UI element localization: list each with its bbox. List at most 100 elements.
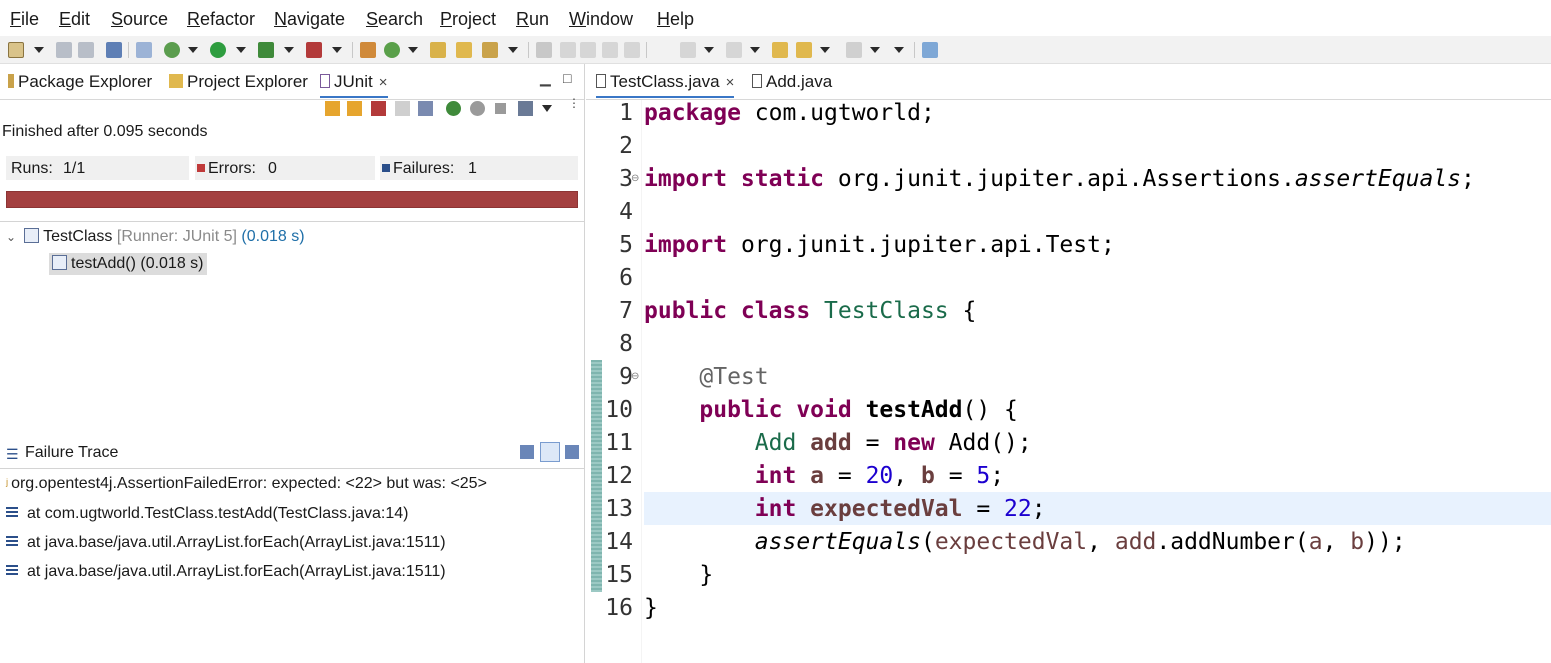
view-menu-icon[interactable]: ⋮ xyxy=(568,97,580,116)
close-icon[interactable]: × xyxy=(726,74,735,91)
tab-testclass-java[interactable]: TestClass.java × xyxy=(596,70,735,98)
copy-trace-icon[interactable] xyxy=(565,445,579,459)
word-wrap-icon[interactable] xyxy=(580,42,596,58)
menu-source[interactable]: Source xyxy=(111,9,168,30)
fold-icon[interactable]: ⊖ xyxy=(631,371,639,382)
show-skipped-icon[interactable] xyxy=(395,101,410,116)
code-line[interactable]: Add add = new Add(); xyxy=(644,430,1032,456)
close-icon[interactable]: × xyxy=(379,74,388,91)
compare-icon[interactable] xyxy=(520,445,534,459)
code-line[interactable]: import org.junit.jupiter.api.Test; xyxy=(644,232,1115,258)
left-tab-bar: Package Explorer Project Explorer JUnit ×… xyxy=(0,64,584,100)
code-line[interactable]: @Test xyxy=(644,364,768,390)
line-number: 11 xyxy=(605,430,633,456)
skip-breakpoints-icon[interactable] xyxy=(136,42,152,58)
menu-search[interactable]: Search xyxy=(366,9,423,30)
code-line[interactable]: assertEquals(expectedVal, add.addNumber(… xyxy=(644,529,1406,555)
filter-stack-icon[interactable] xyxy=(540,442,560,462)
annotation-icon[interactable] xyxy=(560,42,576,58)
chevron-down-icon[interactable] xyxy=(284,47,294,53)
chevron-down-icon[interactable] xyxy=(820,47,830,53)
new-wizard-icon[interactable] xyxy=(8,42,24,58)
tab-project-explorer[interactable]: Project Explorer xyxy=(169,70,308,98)
failures-label: Failures: xyxy=(393,160,455,177)
new-java-project-icon[interactable] xyxy=(360,42,376,58)
last-edit-icon[interactable] xyxy=(772,42,788,58)
code-line[interactable]: int expectedVal = 22; xyxy=(644,496,1046,522)
coverage-icon[interactable] xyxy=(258,42,274,58)
forward-icon[interactable] xyxy=(846,42,862,58)
code-line[interactable]: public class TestClass { xyxy=(644,298,976,324)
tree-node-test-class[interactable]: ⌄ TestClass [Runner: JUnit 5] (0.018 s) xyxy=(6,228,305,246)
toolbar-separator xyxy=(128,42,129,58)
trace-line[interactable]: at com.ugtworld.TestClass.testAdd(TestCl… xyxy=(6,505,408,523)
show-whitespace-icon[interactable] xyxy=(624,42,640,58)
runs-value: 1/1 xyxy=(63,160,86,177)
tab-add-java[interactable]: Add.java xyxy=(752,70,832,98)
back-icon[interactable] xyxy=(796,42,812,58)
chevron-down-icon[interactable] xyxy=(34,47,44,53)
save-all-icon[interactable] xyxy=(78,42,94,58)
minimize-icon[interactable]: ▁ xyxy=(540,70,551,87)
rerun-test-icon[interactable] xyxy=(446,101,461,116)
save-icon[interactable] xyxy=(56,42,72,58)
test-history-icon[interactable] xyxy=(518,101,533,116)
chevron-down-icon[interactable] xyxy=(332,47,342,53)
run-icon[interactable] xyxy=(210,42,226,58)
chevron-down-icon[interactable] xyxy=(508,47,518,53)
chevron-down-icon[interactable] xyxy=(408,47,418,53)
code-line[interactable]: int a = 20, b = 5; xyxy=(644,463,1004,489)
test-counters: Runs: 1/1 Errors: 0 Failures: 1 xyxy=(6,156,578,180)
open-type-icon[interactable] xyxy=(430,42,446,58)
terminal-icon[interactable] xyxy=(106,42,122,58)
search-icon[interactable] xyxy=(482,42,498,58)
menu-project[interactable]: Project xyxy=(440,9,496,30)
chevron-down-icon[interactable] xyxy=(188,47,198,53)
toolbar-separator xyxy=(352,42,353,58)
pin-icon[interactable] xyxy=(536,42,552,58)
next-failure-icon[interactable] xyxy=(325,101,340,116)
trace-line[interactable]: at java.base/java.util.ArrayList.forEach… xyxy=(6,534,446,552)
maximize-icon[interactable]: □ xyxy=(563,70,571,86)
editor-tab-bar: TestClass.java × Add.java xyxy=(586,64,1551,100)
rerun-failed-first-icon[interactable] xyxy=(470,101,485,116)
menu-help[interactable]: Help xyxy=(657,9,694,30)
next-annotation-icon[interactable] xyxy=(680,42,696,58)
scroll-lock-icon[interactable] xyxy=(418,101,433,116)
chevron-down-icon[interactable] xyxy=(870,47,880,53)
code-line[interactable]: } xyxy=(644,595,658,621)
chevron-down-icon[interactable] xyxy=(750,47,760,53)
stack-frame-icon xyxy=(6,565,18,575)
show-failures-only-icon[interactable] xyxy=(371,101,386,116)
chevron-down-icon[interactable] xyxy=(894,47,904,53)
menu-refactor[interactable]: Refactor xyxy=(187,9,255,30)
menu-file[interactable]: File xyxy=(10,9,39,30)
chevron-down-icon[interactable] xyxy=(542,105,552,112)
tab-package-explorer[interactable]: Package Explorer xyxy=(8,70,152,98)
open-perspective-icon[interactable] xyxy=(922,42,938,58)
new-class-icon[interactable] xyxy=(384,42,400,58)
external-tools-icon[interactable] xyxy=(306,42,322,58)
menu-navigate[interactable]: Navigate xyxy=(274,9,345,30)
chevron-down-icon[interactable] xyxy=(704,47,714,53)
previous-annotation-icon[interactable] xyxy=(726,42,742,58)
previous-failure-icon[interactable] xyxy=(347,101,362,116)
chevron-down-icon[interactable]: ⌄ xyxy=(6,230,16,244)
menu-edit[interactable]: Edit xyxy=(59,9,90,30)
code-line[interactable]: package com.ugtworld; xyxy=(644,100,935,126)
debug-icon[interactable] xyxy=(164,42,180,58)
trace-line[interactable]: ʲ org.opentest4j.AssertionFailedError: ex… xyxy=(6,475,487,493)
tree-node-test-method[interactable]: testAdd() (0.018 s) xyxy=(49,253,207,275)
menu-run[interactable]: Run xyxy=(516,9,549,30)
tab-junit[interactable]: JUnit × xyxy=(320,70,388,98)
open-folder-icon[interactable] xyxy=(456,42,472,58)
menu-window[interactable]: Window xyxy=(569,9,633,30)
block-select-icon[interactable] xyxy=(602,42,618,58)
code-line[interactable]: import static org.junit.jupiter.api.Asse… xyxy=(644,166,1475,192)
code-line[interactable]: public void testAdd() { xyxy=(644,397,1018,423)
fold-icon[interactable]: ⊖ xyxy=(631,173,639,184)
trace-line[interactable]: at java.base/java.util.ArrayList.forEach… xyxy=(6,563,446,581)
chevron-down-icon[interactable] xyxy=(236,47,246,53)
code-line[interactable]: } xyxy=(644,562,713,588)
stop-icon[interactable] xyxy=(495,103,506,114)
